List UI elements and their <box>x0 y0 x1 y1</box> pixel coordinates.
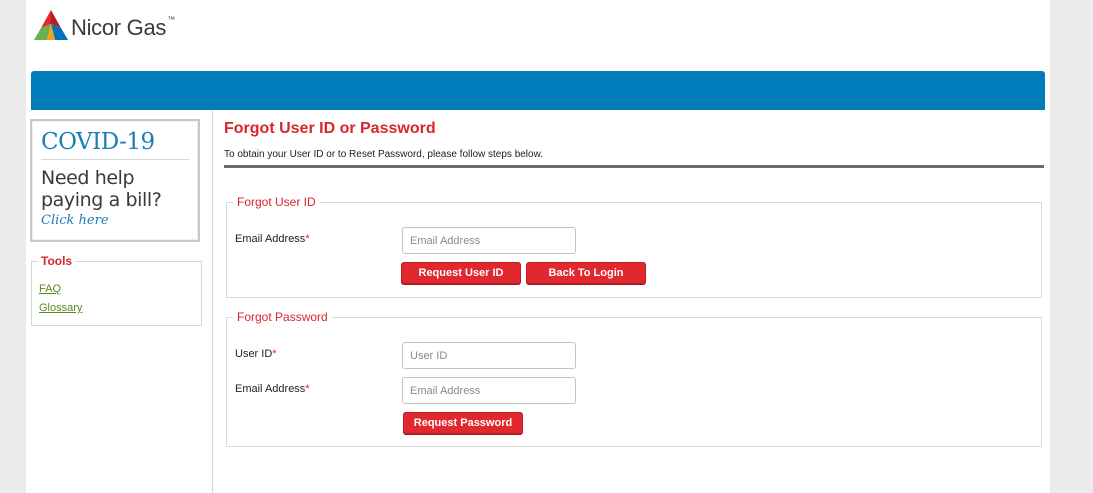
covid-click-here-link[interactable]: Click here <box>41 213 189 228</box>
nicor-gas-logo[interactable]: Nicor Gas™ <box>34 8 194 44</box>
user-id-input[interactable] <box>402 342 576 369</box>
password-email-address-label: Email Address* <box>235 383 310 395</box>
covid-help-line-2: paying a bill? <box>41 189 162 211</box>
title-divider <box>224 165 1044 168</box>
password-email-input[interactable] <box>402 377 576 404</box>
covid-title: COVID-19 <box>41 129 189 160</box>
page-subtitle: To obtain your User ID or to Reset Passw… <box>224 149 544 160</box>
user-id-email-input[interactable] <box>402 227 576 254</box>
tools-panel: Tools FAQ Glossary <box>31 254 202 326</box>
tools-legend: Tools <box>38 254 76 268</box>
email-address-label: Email Address* <box>235 233 310 245</box>
sidebar: COVID-19 Need help paying a bill? Click … <box>26 110 213 493</box>
covid-help-line-1: Need help <box>41 167 135 189</box>
forgot-password-legend: Forgot Password <box>233 310 332 324</box>
main-content: Forgot User ID or Password To obtain you… <box>214 110 1045 493</box>
flame-triangle-icon <box>34 10 68 40</box>
navigation-bar <box>31 71 1045 110</box>
covid-banner[interactable]: COVID-19 Need help paying a bill? Click … <box>30 119 200 242</box>
faq-link[interactable]: FAQ <box>39 280 194 299</box>
forgot-user-id-section: Forgot User ID Email Address* Request Us… <box>226 195 1042 298</box>
glossary-link[interactable]: Glossary <box>39 299 194 318</box>
page: Nicor Gas™ COVID-19 Need help paying a b… <box>26 0 1050 493</box>
request-password-button[interactable]: Request Password <box>403 412 523 434</box>
logo-text: Nicor Gas™ <box>71 15 175 40</box>
back-to-login-button[interactable]: Back To Login <box>526 262 646 284</box>
page-title: Forgot User ID or Password <box>224 120 436 137</box>
request-user-id-button[interactable]: Request User ID <box>401 262 521 284</box>
forgot-user-id-legend: Forgot User ID <box>233 195 320 209</box>
forgot-password-section: Forgot Password User ID* Email Address* … <box>226 310 1042 447</box>
user-id-label: User ID* <box>235 348 277 360</box>
